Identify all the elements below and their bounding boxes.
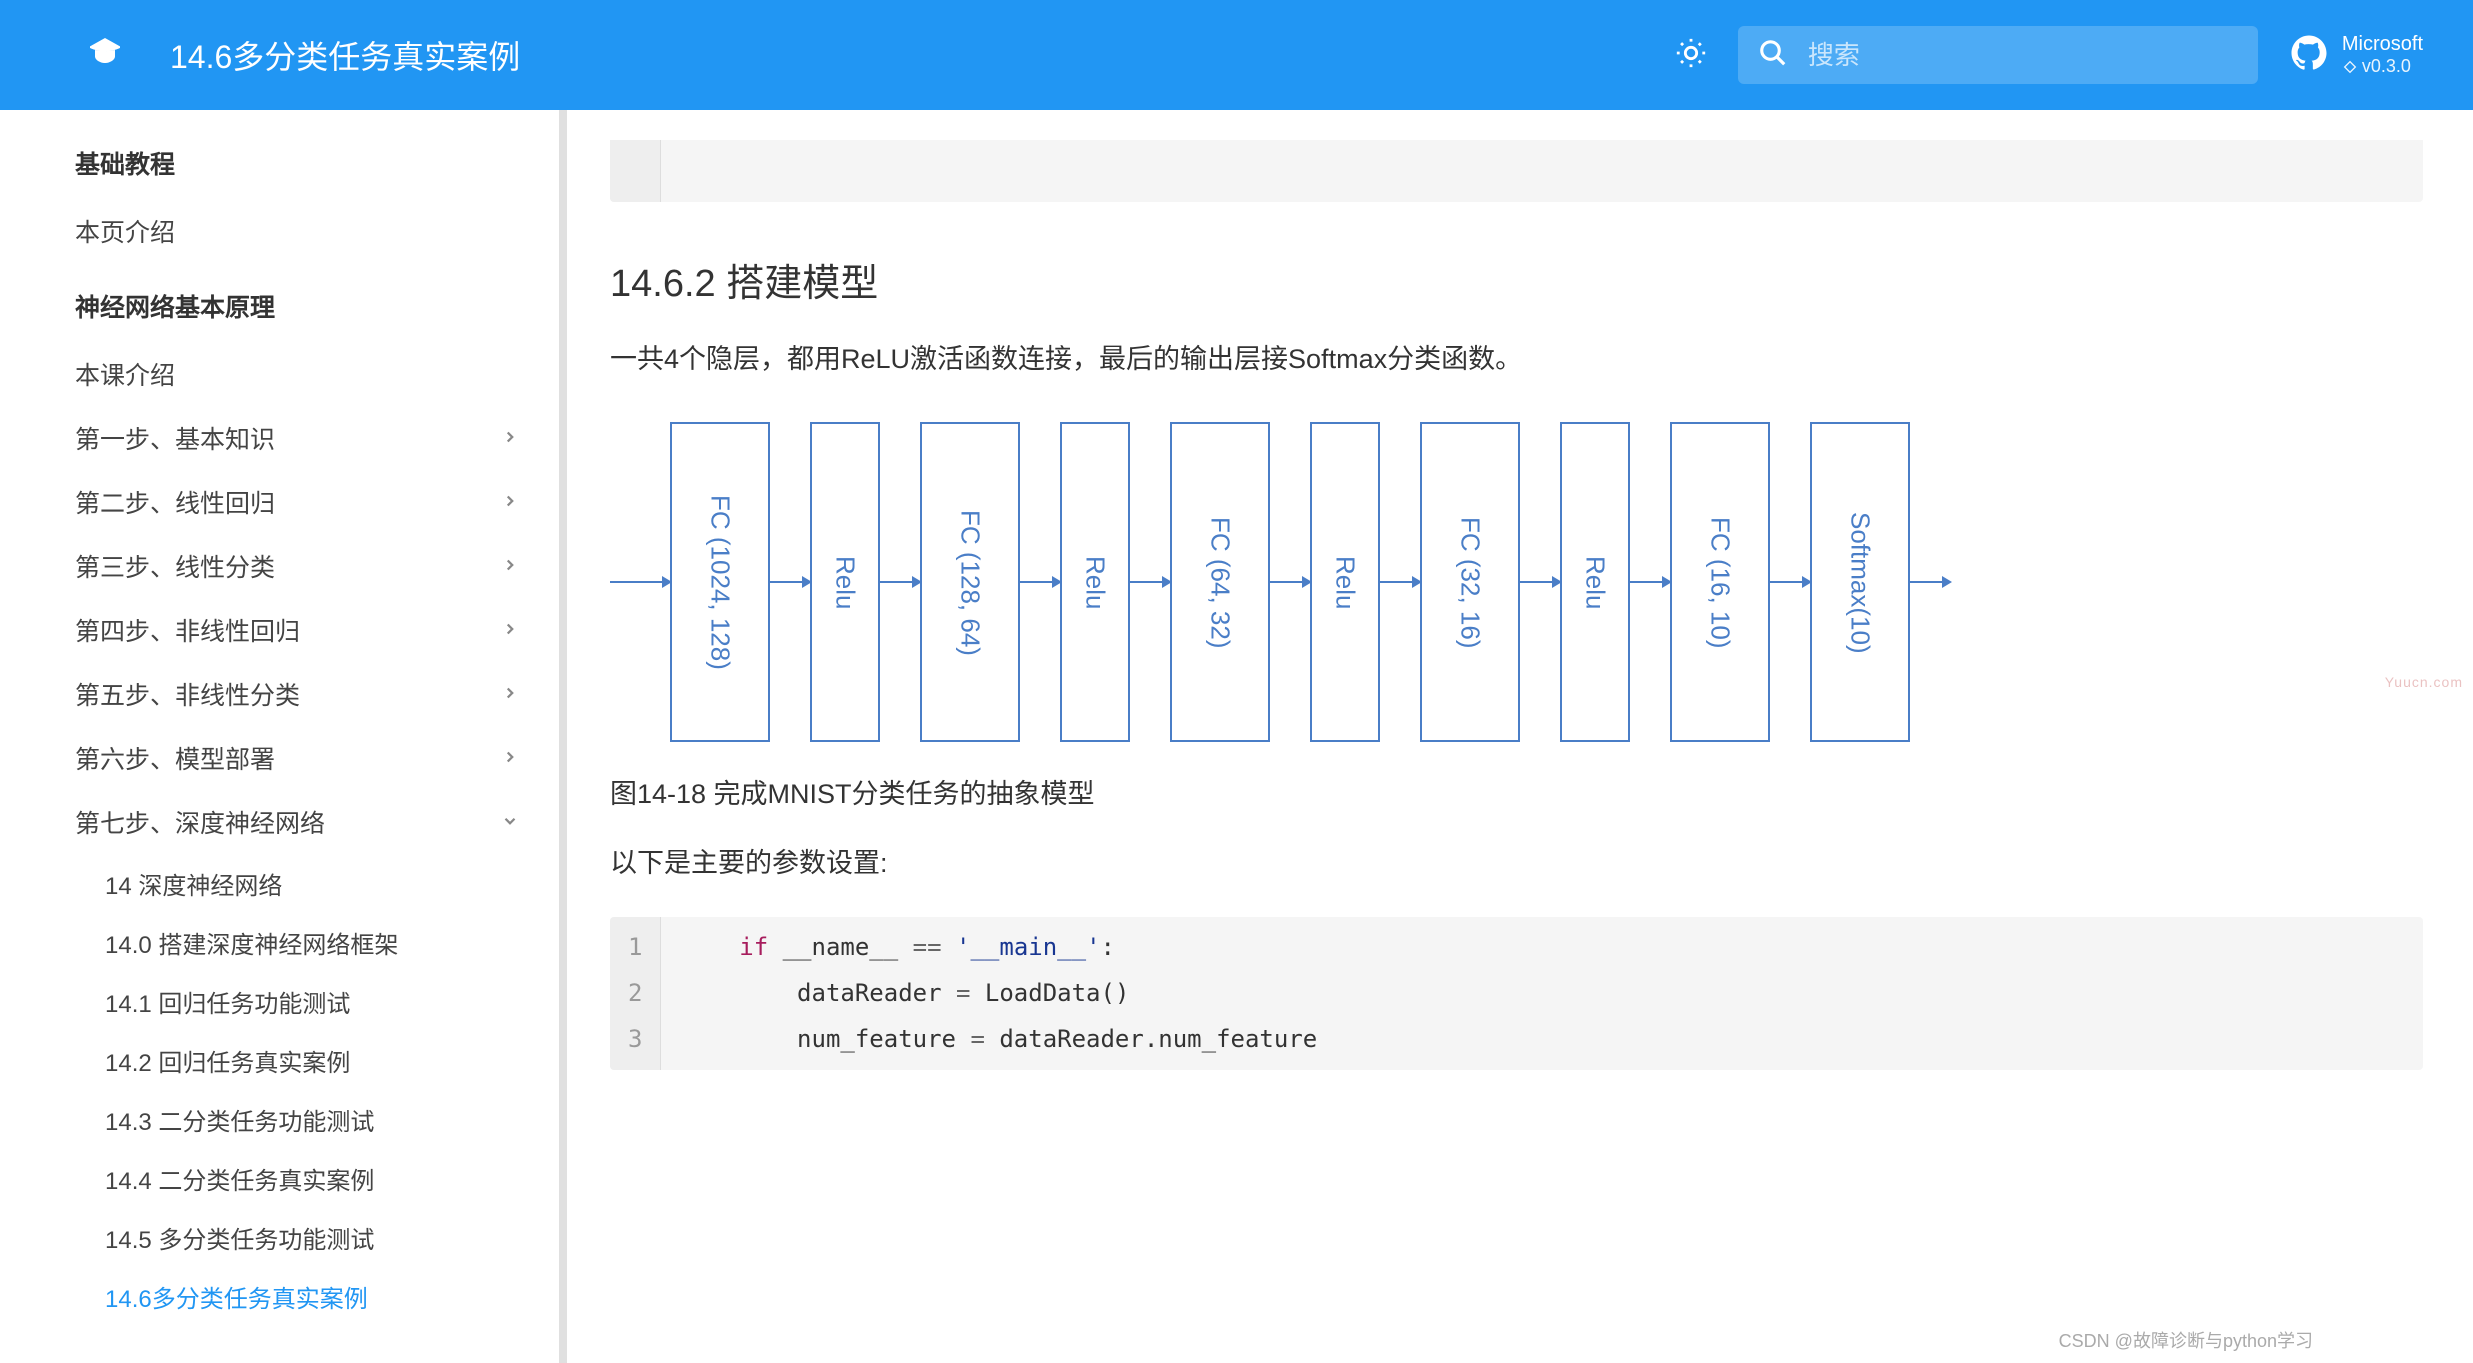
arrow-icon [770,581,810,583]
arrow-icon [880,581,920,583]
sidebar-section-title: 神经网络基本原理 [75,288,559,324]
code-block: 123 if __name__ == '__main__': dataReade… [610,917,2423,1070]
sidebar-item[interactable]: 第三步、线性分类 [75,534,559,598]
diagram-layer-box: FC (64, 32) [1170,422,1270,742]
sidebar-item[interactable]: 第四步、非线性回归 [75,598,559,662]
sidebar-sub-item[interactable]: 14.0 搭建深度神经网络框架 [105,913,559,972]
diagram-layer-box: Relu [810,422,880,742]
sidebar-item[interactable]: 第五步、非线性分类 [75,662,559,726]
figure-caption: 图14-18 完成MNIST分类任务的抽象模型 [610,772,2423,811]
search-icon [1758,38,1788,73]
diagram-layer-label: FC (16, 10) [1705,517,1736,649]
sidebar-item[interactable]: 第七步、深度神经网络 [75,790,559,854]
arrow-icon [1270,581,1310,583]
sidebar-item[interactable]: 第二步、线性回归 [75,470,559,534]
sidebar: 基础教程 本页介绍 神经网络基本原理 本课介绍第一步、基本知识第二步、线性回归第… [0,110,560,1363]
diagram-layer-label: FC (64, 32) [1205,517,1236,649]
page-title: 14.6多分类任务真实案例 [170,32,520,78]
diagram-layer-box: Softmax(10) [1810,422,1910,742]
header: 14.6多分类任务真实案例 Microsoft v0.3.0 [0,0,2473,110]
watermark: CSDN @故障诊断与python学习 [2059,1327,2313,1353]
paragraph: 一共4个隐层，都用ReLU激活函数连接，最后的输出层接Softmax分类函数。 [610,337,2423,383]
search-box[interactable] [1738,26,2258,84]
github-link[interactable]: Microsoft v0.3.0 [2288,32,2423,79]
diagram-layer-label: Softmax(10) [1845,512,1876,654]
watermark: Yuucn.com [2385,674,2463,690]
diagram-layer-box: FC (1024, 128) [670,422,770,742]
diagram-layer-label: Relu [1330,556,1361,609]
sidebar-sub-item[interactable]: 14 深度神经网络 [105,854,559,913]
sidebar-sub-item[interactable]: 14.4 二分类任务真实案例 [105,1149,559,1208]
chevron-right-icon [501,488,519,517]
chevron-right-icon [501,744,519,773]
arrow-icon [1020,581,1060,583]
sidebar-item[interactable]: 第一步、基本知识 [75,406,559,470]
chevron-right-icon [501,616,519,645]
arrow-icon [1520,581,1560,583]
arrow-icon [610,581,670,583]
diagram-layer-label: FC (1024, 128) [705,495,736,670]
diagram-layer-box: Relu [1560,422,1630,742]
section-heading: 14.6.2 搭建模型 [610,252,2423,307]
sidebar-sub-item[interactable]: 14.5 多分类任务功能测试 [105,1208,559,1267]
github-version: v0.3.0 [2342,56,2423,78]
diagram-layer-label: FC (128, 64) [955,510,986,656]
model-diagram: FC (1024, 128) Relu FC (128, 64) Relu FC (64… [610,422,2423,742]
diagram-layer-box: Relu [1060,422,1130,742]
sidebar-sub-item[interactable]: 14.6多分类任务真实案例 [105,1267,559,1326]
arrow-icon [1910,581,1950,583]
arrow-icon [1770,581,1810,583]
arrow-icon [1630,581,1670,583]
search-input[interactable] [1808,40,2238,71]
diagram-layer-label: Relu [830,556,861,609]
arrow-icon [1380,581,1420,583]
main-content: 14.6.2 搭建模型 一共4个隐层，都用ReLU激活函数连接，最后的输出层接S… [560,110,2473,1363]
chevron-right-icon [501,552,519,581]
logo-icon[interactable] [85,33,125,78]
diagram-layer-label: FC (32, 16) [1455,517,1486,649]
sidebar-sub-item[interactable]: 14.2 回归任务真实案例 [105,1031,559,1090]
code-block [610,140,2423,202]
diagram-layer-box: Relu [1310,422,1380,742]
sidebar-sub-item[interactable]: 14.3 二分类任务功能测试 [105,1090,559,1149]
diagram-layer-box: FC (32, 16) [1420,422,1520,742]
arrow-icon [1130,581,1170,583]
sidebar-item[interactable]: 本页介绍 [75,199,559,263]
chevron-down-icon [501,808,519,837]
diagram-layer-box: FC (128, 64) [920,422,1020,742]
diagram-layer-box: FC (16, 10) [1670,422,1770,742]
sidebar-item[interactable]: 本课介绍 [75,342,559,406]
chevron-right-icon [501,680,519,709]
sidebar-sub-item[interactable]: 14.1 回归任务功能测试 [105,972,559,1031]
theme-toggle-icon[interactable] [1674,36,1708,75]
diagram-layer-label: Relu [1080,556,1111,609]
github-repo-name: Microsoft [2342,32,2423,56]
chevron-right-icon [501,424,519,453]
sidebar-section-title: 基础教程 [75,145,559,181]
github-icon [2288,32,2330,79]
sidebar-item[interactable]: 第六步、模型部署 [75,726,559,790]
paragraph: 以下是主要的参数设置: [610,841,2423,887]
diagram-layer-label: Relu [1580,556,1611,609]
